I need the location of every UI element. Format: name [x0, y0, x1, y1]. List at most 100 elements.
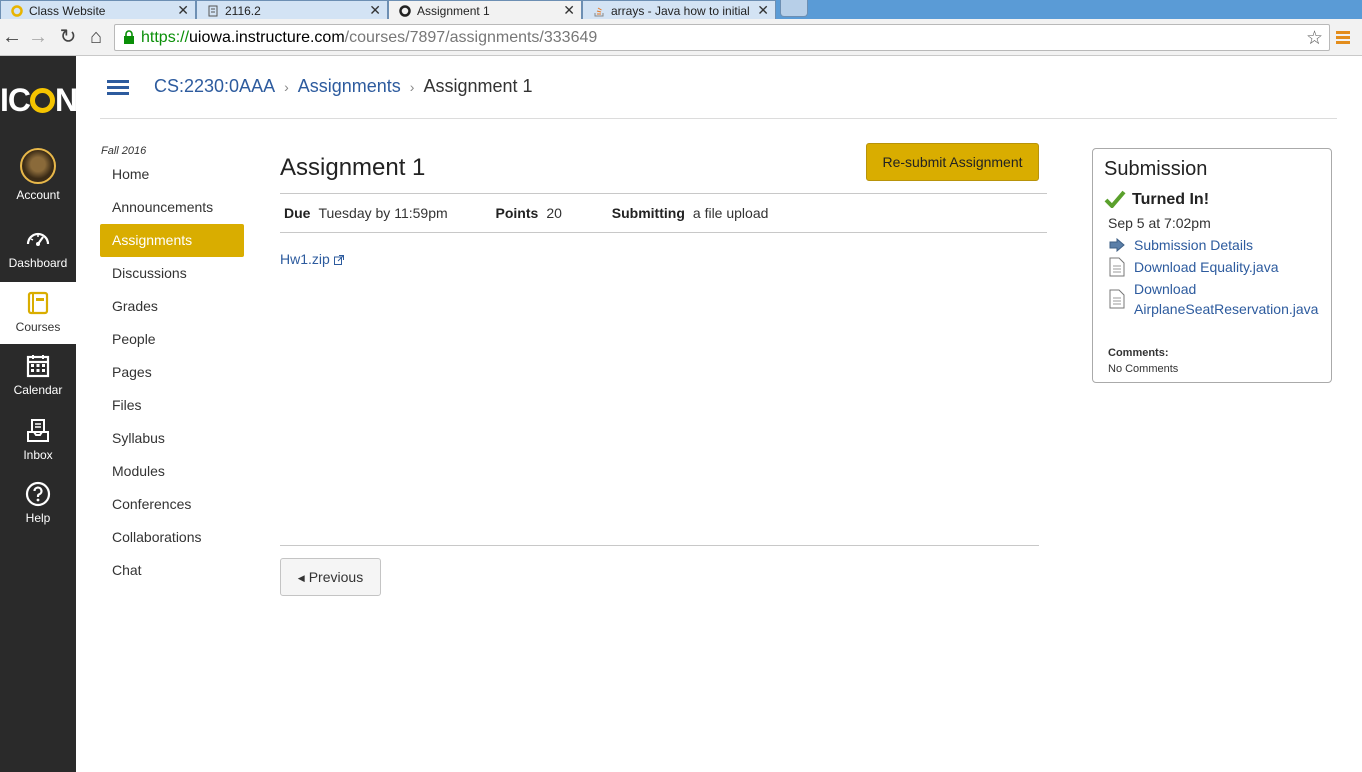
arrow-right-icon	[1109, 238, 1125, 252]
resubmit-assignment-button[interactable]: Re-submit Assignment	[866, 143, 1039, 181]
tab-class-website[interactable]: Class Website ✕	[0, 0, 196, 19]
dashboard-icon	[26, 232, 50, 246]
tab-close-icon[interactable]: ✕	[757, 2, 769, 19]
submission-title: Submission	[1104, 158, 1208, 180]
course-nav-chat[interactable]: Chat	[100, 554, 244, 587]
browser-toolbar: ← → ↻ ⌂ https://uiowa.instructure.com/co…	[0, 19, 1362, 56]
global-nav-label: Calendar	[13, 383, 63, 397]
download-airplane-line1: Download	[1134, 281, 1197, 297]
home-icon[interactable]: ⌂	[84, 25, 108, 49]
attachment-link[interactable]: Hw1.zip	[280, 251, 344, 267]
course-nav-syllabus[interactable]: Syllabus	[100, 422, 244, 455]
details-bottom-divider	[280, 232, 1047, 233]
submitting-value: a file upload	[692, 205, 769, 221]
url-scheme: https://	[141, 29, 190, 46]
tab-label: Class Website	[29, 4, 106, 18]
tab-label: 2116.2	[225, 4, 261, 18]
page-title: Assignment 1	[280, 154, 426, 181]
url-path: /courses/7897/assignments/333649	[344, 29, 598, 46]
breadcrumb-separator-icon: ›	[284, 79, 289, 95]
browser-menu-icon[interactable]	[1336, 31, 1350, 45]
logo-ring-icon	[30, 88, 55, 113]
avatar	[20, 148, 56, 184]
course-nav-people[interactable]: People	[100, 323, 244, 356]
footer-divider	[280, 545, 1039, 546]
reload-icon[interactable]: ↻	[56, 25, 80, 49]
global-nav-inbox[interactable]: Inbox	[0, 418, 76, 482]
global-nav-account[interactable]: Account	[0, 148, 76, 212]
breadcrumb-course[interactable]: CS:2230:0AAA	[154, 76, 275, 96]
course-nav-discussions[interactable]: Discussions	[100, 257, 244, 290]
global-nav-label: Inbox	[23, 448, 53, 462]
due-value: Tuesday by 11:59pm	[318, 205, 448, 221]
forward-icon[interactable]: →	[26, 25, 50, 49]
details-top-divider	[280, 193, 1047, 194]
submission-status: Turned In!	[1104, 190, 1209, 209]
course-nav-pages[interactable]: Pages	[100, 356, 244, 389]
new-tab-button[interactable]	[780, 0, 808, 17]
global-nav-label: Courses	[15, 320, 61, 334]
icon-logo[interactable]: IC N	[0, 82, 76, 119]
inbox-icon	[27, 419, 49, 442]
tab-close-icon[interactable]: ✕	[369, 2, 381, 19]
course-navigation: Home Announcements Assignments Discussio…	[100, 158, 244, 587]
address-bar[interactable]: https://uiowa.instructure.com/courses/78…	[114, 24, 1330, 51]
course-nav-grades[interactable]: Grades	[100, 290, 244, 323]
canvas-favicon-icon	[11, 5, 23, 17]
stackoverflow-favicon-icon	[594, 7, 604, 17]
breadcrumb-assignments[interactable]: Assignments	[298, 76, 401, 96]
due-label: Due	[284, 205, 311, 221]
comments-label: Comments:	[1108, 347, 1169, 359]
submission-date: Sep 5 at 7:02pm	[1108, 215, 1211, 231]
course-nav-home[interactable]: Home	[100, 158, 244, 191]
points-label: Points	[495, 205, 539, 221]
back-icon[interactable]: ←	[0, 25, 24, 49]
download-airplane-link[interactable]: Download AirplaneSeatReservation.java	[1134, 279, 1318, 319]
tab-close-icon[interactable]: ✕	[563, 2, 575, 19]
term-label: Fall 2016	[101, 145, 147, 157]
breadcrumb: CS:2230:0AAA › Assignments › Assignment 1	[154, 76, 533, 97]
url-host: uiowa.instructure.com	[189, 29, 345, 46]
submission-details-link[interactable]: Submission Details	[1134, 235, 1253, 255]
help-icon	[25, 481, 51, 507]
tab-label: Assignment 1	[417, 4, 490, 18]
status-text: Turned In!	[1132, 191, 1210, 208]
course-nav-collaborations[interactable]: Collaborations	[100, 521, 244, 554]
course-nav-modules[interactable]: Modules	[100, 455, 244, 488]
points-value: 20	[546, 205, 562, 221]
document-icon	[1109, 289, 1125, 309]
previous-button[interactable]: ◀ Previous	[280, 558, 381, 596]
caret-left-icon: ◀	[297, 573, 305, 583]
tab-assignment-1[interactable]: Assignment 1 ✕	[388, 0, 582, 20]
previous-label: Previous	[308, 569, 364, 585]
global-nav-label: Dashboard	[8, 256, 68, 270]
comments-value: No Comments	[1108, 363, 1179, 375]
course-nav-conferences[interactable]: Conferences	[100, 488, 244, 521]
canvas-favicon-icon	[399, 5, 411, 17]
courses-icon	[27, 291, 49, 315]
course-nav-files[interactable]: Files	[100, 389, 244, 422]
course-menu-toggle-icon[interactable]	[107, 80, 129, 96]
document-favicon-icon	[208, 5, 218, 17]
external-link-icon	[333, 255, 344, 265]
lock-icon	[124, 30, 134, 44]
assignment-details: Due Tuesday by 11:59pm Points 20 Submittin…	[284, 205, 768, 221]
tab-2116[interactable]: 2116.2 ✕	[196, 0, 388, 19]
attachment-filename: Hw1.zip	[280, 251, 330, 267]
tab-close-icon[interactable]: ✕	[177, 2, 189, 19]
checkmark-icon	[1104, 190, 1126, 209]
global-nav-courses[interactable]: Courses	[0, 282, 76, 344]
document-icon	[1109, 257, 1125, 277]
breadcrumb-separator-icon: ›	[409, 79, 415, 95]
tab-arrays-java[interactable]: arrays - Java how to initial ✕	[582, 0, 776, 19]
tab-label: arrays - Java how to initial	[611, 4, 750, 18]
global-navigation: IC N Account Dashboard Courses Calendar I…	[0, 56, 76, 772]
global-nav-help[interactable]: Help	[0, 481, 76, 545]
submission-panel: Submission Turned In! Sep 5 at 7:02pm Su…	[1092, 148, 1332, 383]
bookmark-star-icon[interactable]: ☆	[1306, 27, 1323, 50]
download-equality-link[interactable]: Download Equality.java	[1134, 257, 1279, 277]
course-nav-announcements[interactable]: Announcements	[100, 191, 244, 224]
global-nav-calendar[interactable]: Calendar	[0, 353, 76, 417]
global-nav-dashboard[interactable]: Dashboard	[0, 226, 76, 290]
course-nav-assignments[interactable]: Assignments	[100, 224, 244, 257]
